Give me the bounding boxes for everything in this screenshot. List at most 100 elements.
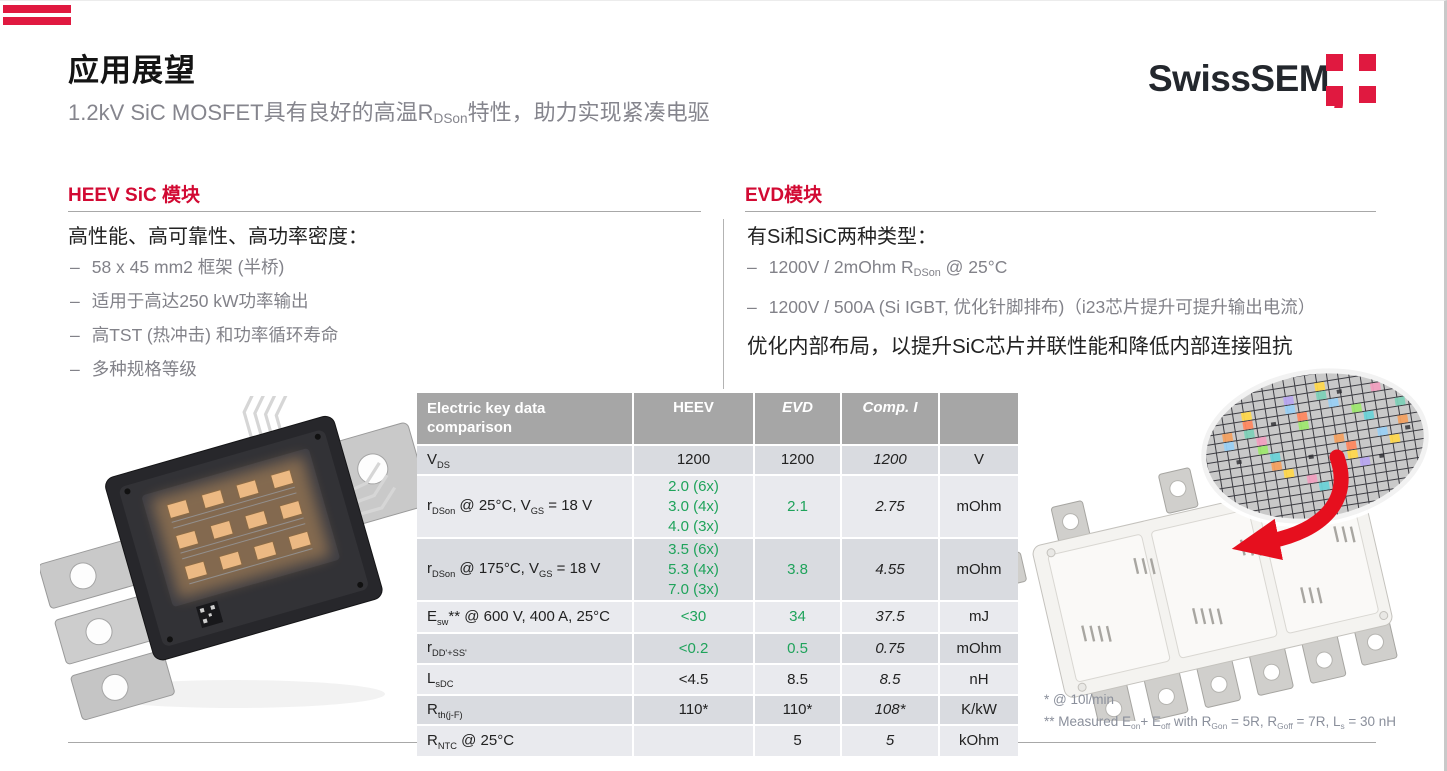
comp-value: 4.55: [840, 539, 938, 600]
evd-value: 8.5: [753, 665, 840, 694]
table-header-row: Electric key data comparison HEEV EVD Co…: [417, 393, 1018, 444]
footnotes: * @ 10l/min ** Measured Eon+ Eoff with R…: [1044, 689, 1396, 737]
list-item: –高TST (热冲击) 和功率循环寿命: [70, 325, 338, 346]
dash-icon: –: [747, 297, 757, 317]
column-divider: [723, 219, 724, 389]
table-row: Esw** @ 600 V, 400 A, 25°C <30 34 37.5 m…: [417, 600, 1018, 632]
comp-value: 2.75: [840, 476, 938, 537]
row-label: LsDC: [417, 665, 632, 694]
subtitle-text: 1.2kV SiC MOSFET具有良好的高温R: [68, 100, 433, 125]
dash-icon: –: [70, 325, 80, 345]
column-header-title: Electric key data comparison: [417, 393, 632, 444]
evd-value: 0.5: [753, 634, 840, 663]
evd-value: 110*: [753, 696, 840, 724]
brand-mark-icon: [1326, 46, 1380, 113]
column-header-heev: HEEV: [632, 393, 753, 444]
evd-note-text: 优化内部布局，以提升SiC芯片并联性能和降低内部连接阻抗: [747, 329, 1293, 359]
table-row: rDD'+SS' <0.2 0.5 0.75 mOhm: [417, 632, 1018, 663]
list-item: –多种规格等级: [70, 359, 338, 380]
section-heading-heev: HEEV SiC 模块: [68, 180, 200, 207]
footnote-line: ** Measured Eon+ Eoff with RGon = 5R, RG…: [1044, 711, 1396, 737]
heev-value: <4.5: [632, 665, 753, 694]
evd-value: 1200: [753, 446, 840, 474]
evd-value: 5: [753, 726, 840, 756]
comp-value: 0.75: [840, 634, 938, 663]
list-item: –适用于高达250 kW功率输出: [70, 291, 338, 312]
dash-icon: –: [70, 291, 80, 311]
evd-value: 2.1: [753, 476, 840, 537]
slide: 应用展望 1.2kV SiC MOSFET具有良好的高温RDSon特性，助力实现…: [0, 0, 1447, 771]
page-title: 应用展望: [68, 45, 196, 90]
heev-value: 110*: [632, 696, 753, 724]
unit-value: mOhm: [938, 634, 1018, 663]
row-label: rDSon @ 25°C, VGS = 18 V: [417, 476, 632, 537]
row-label: VDS: [417, 446, 632, 474]
bullet-text: 58 x 45 mm2 框架 (半桥): [92, 257, 285, 277]
bullet-text: 高TST (热冲击) 和功率循环寿命: [92, 325, 339, 345]
evd-bullet-list: –1200V / 2mOhm RDSon @ 25°C –1200V / 500…: [747, 257, 1315, 331]
dash-icon: –: [70, 257, 80, 277]
row-label: RNTC @ 25°C: [417, 726, 632, 756]
evd-lead-text: 有Si和SiC两种类型：: [747, 220, 937, 249]
unit-value: mOhm: [938, 476, 1018, 537]
section-underline: [68, 211, 701, 212]
evd-module-image: [995, 361, 1447, 721]
brand-bar-icon: [3, 17, 71, 25]
brand-bar-icon: [3, 5, 71, 13]
unit-value: V: [938, 446, 1018, 474]
bullet-text: 多种规格等级: [92, 359, 197, 379]
bullet-text: 1200V / 2mOhm R: [769, 257, 914, 277]
unit-value: K/kW: [938, 696, 1018, 724]
table-row: Rth(j-F) 110* 110* 108* K/kW: [417, 694, 1018, 724]
section-underline: [745, 211, 1376, 212]
heev-value: [632, 726, 753, 756]
row-label: rDD'+SS': [417, 634, 632, 663]
comp-value: 5: [840, 726, 938, 756]
dash-icon: –: [747, 257, 757, 277]
heev-bullet-list: –58 x 45 mm2 框架 (半桥) –适用于高达250 kW功率输出 –高…: [70, 257, 338, 393]
dash-icon: –: [70, 359, 80, 379]
heev-value: 1200: [632, 446, 753, 474]
list-item: –1200V / 2mOhm RDSon @ 25°C: [747, 257, 1315, 284]
evd-value: 34: [753, 602, 840, 632]
table-row: VDS 1200 1200 1200 V: [417, 444, 1018, 474]
column-header-evd: EVD: [753, 393, 840, 444]
unit-value: nH: [938, 665, 1018, 694]
unit-value: kOhm: [938, 726, 1018, 756]
subtitle-subscript: DSon: [433, 111, 467, 126]
comp-value: 8.5: [840, 665, 938, 694]
heev-value: <30: [632, 602, 753, 632]
footnote-line: * @ 10l/min: [1044, 689, 1396, 711]
comp-value: 1200: [840, 446, 938, 474]
page-subtitle: 1.2kV SiC MOSFET具有良好的高温RDSon特性，助力实现紧凑电驱: [68, 95, 710, 127]
heev-value: 2.0 (6x) 3.0 (4x) 4.0 (3x): [632, 476, 753, 537]
bullet-text: @ 25°C: [941, 257, 1008, 277]
table-row: rDSon @ 175°C, VGS = 18 V 3.5 (6x) 5.3 (…: [417, 537, 1018, 600]
unit-value: mJ: [938, 602, 1018, 632]
list-item: –58 x 45 mm2 框架 (半桥): [70, 257, 338, 278]
heev-value: <0.2: [632, 634, 753, 663]
table-row: RNTC @ 25°C 5 5 kOhm: [417, 724, 1018, 756]
brand-wordmark: SwissSEM: [1148, 58, 1329, 100]
evd-value: 3.8: [753, 539, 840, 600]
table-row: rDSon @ 25°C, VGS = 18 V 2.0 (6x) 3.0 (4…: [417, 474, 1018, 537]
heev-module-image: [40, 396, 420, 721]
bullet-text: 1200V / 500A (Si IGBT, 优化针脚排布)（i23芯片提升可提…: [769, 297, 1316, 317]
section-heading-evd: EVD模块: [745, 180, 822, 207]
row-label: rDSon @ 175°C, VGS = 18 V: [417, 539, 632, 600]
comparison-table: Electric key data comparison HEEV EVD Co…: [417, 393, 1018, 771]
list-item: –1200V / 500A (Si IGBT, 优化针脚排布)（i23芯片提升可…: [747, 297, 1315, 318]
column-header-comp: Comp. I: [840, 393, 938, 444]
row-label: Rth(j-F): [417, 696, 632, 724]
heev-lead-text: 高性能、高可靠性、高功率密度：: [68, 220, 368, 249]
row-label: Esw** @ 600 V, 400 A, 25°C: [417, 602, 632, 632]
table-row: LsDC <4.5 8.5 8.5 nH: [417, 663, 1018, 694]
comp-value: 108*: [840, 696, 938, 724]
comp-value: 37.5: [840, 602, 938, 632]
heev-value: 3.5 (6x) 5.3 (4x) 7.0 (3x): [632, 539, 753, 600]
bullet-subscript: DSon: [914, 267, 941, 279]
subtitle-text: 特性，助力实现紧凑电驱: [468, 100, 710, 125]
bullet-text: 适用于高达250 kW功率输出: [92, 291, 309, 311]
column-header-unit: [938, 393, 1018, 444]
unit-value: mOhm: [938, 539, 1018, 600]
